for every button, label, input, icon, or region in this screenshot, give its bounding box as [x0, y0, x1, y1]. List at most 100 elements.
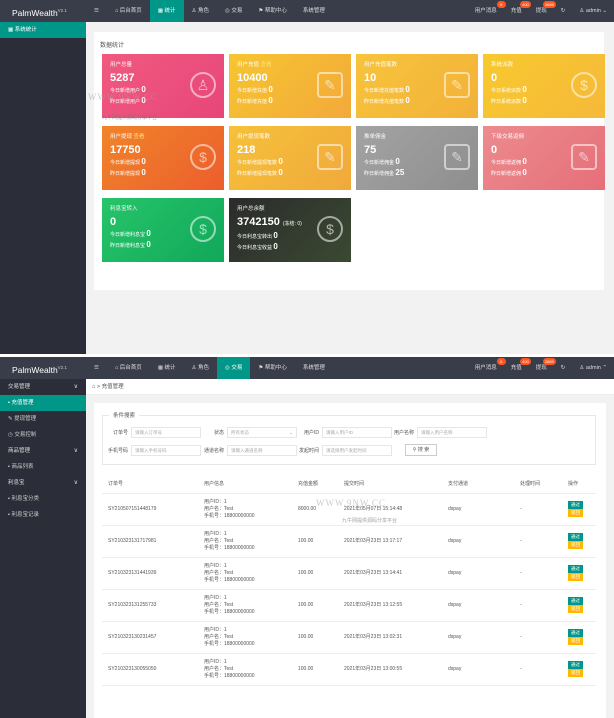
- date-input[interactable]: 请选择用户发起时间: [322, 444, 392, 456]
- card-row-value: 0: [278, 168, 283, 177]
- card-row-label: 昨日新增提现笔数: [237, 171, 278, 177]
- stat-card[interactable]: 用户充值笔数 10 今日新增充值笔数 0 昨日新增充值笔数 0 ✎: [356, 54, 478, 118]
- edit-icon: ✎: [571, 144, 597, 170]
- refresh-icon[interactable]: ↻: [554, 0, 573, 22]
- approve-button[interactable]: 通过: [568, 629, 583, 637]
- sidebar-item[interactable]: ▪ 利息宝记录: [0, 507, 86, 523]
- approve-button[interactable]: 通过: [568, 597, 583, 605]
- reject-button[interactable]: 驳回: [568, 669, 583, 677]
- approve-button[interactable]: 通过: [568, 501, 583, 509]
- flag-icon: ⚑: [258, 365, 264, 371]
- nav-label: 系统管理: [302, 365, 325, 371]
- stat-card[interactable]: 下级交易返佣 0 今日新增返佣 0 昨日新增返佣 0 ✎: [483, 126, 605, 190]
- approve-button[interactable]: 通过: [568, 565, 583, 573]
- reject-button[interactable]: 驳回: [568, 573, 583, 581]
- card-title: 用户提现 查看: [110, 132, 216, 140]
- sidebar-item[interactable]: ✎ 提现管理: [0, 411, 86, 427]
- card-title: 用户充值笔数: [364, 60, 470, 68]
- phone-input[interactable]: 请输入手机号码: [131, 444, 201, 456]
- app-logo[interactable]: PalmWealthV2.1: [0, 0, 86, 22]
- card-title-text: 用户提现: [110, 134, 133, 140]
- withdraw-link[interactable]: 提现 2689: [529, 357, 556, 379]
- recharge-panel: 条件搜索 订单号 请输入订单号 状态 所有状态 ⌄ 用户ID 请输入用户ID 用户…: [94, 403, 606, 718]
- refresh-icon[interactable]: ↻: [554, 357, 573, 379]
- recharge-label: 充值: [510, 8, 522, 14]
- sidebar-item[interactable]: ▪ 商品列表: [0, 459, 86, 475]
- nav-home[interactable]: ⌂ 后台首页: [107, 0, 150, 22]
- chevron-down-icon: ∨: [73, 480, 78, 486]
- reject-button[interactable]: 驳回: [568, 637, 583, 645]
- search-button[interactable]: ⚲ 搜 索: [405, 444, 437, 456]
- card-view-link[interactable]: 查看: [134, 134, 145, 140]
- nav-roles[interactable]: ♙ 角色: [184, 357, 217, 379]
- stat-card[interactable]: 用户总余额 3742150 (冻结: 0) 今日利息宝转出 0 今日利息宝收益 0 $: [229, 198, 351, 262]
- card-title: 用户总量: [110, 60, 216, 68]
- stat-card[interactable]: 利息宝转入 0 今日新增利息宝 0 昨日新增利息宝 0 $: [102, 198, 224, 262]
- status-select[interactable]: 所有状态 ⌄: [227, 426, 297, 438]
- sidebar-item-stats[interactable]: ▦ 系统统计: [0, 22, 86, 38]
- stat-card[interactable]: 用户总量 5287 今日新增用户 0 昨日新增用户 0 ♙: [102, 54, 224, 118]
- card-title-text: 利息宝转入: [110, 206, 138, 212]
- card-row-label: 今日新增充值: [237, 88, 268, 94]
- sidebar-item[interactable]: ◷ 交易控制: [0, 427, 86, 443]
- nav-system[interactable]: 系统管理: [295, 0, 333, 22]
- process-time-cell: -: [514, 621, 562, 654]
- card-value-note: (冻结: 0): [282, 221, 302, 227]
- approve-button[interactable]: 通过: [568, 533, 583, 541]
- user-id: 用户ID：1: [204, 562, 227, 569]
- sidebar-item[interactable]: 利息宝 ∨: [0, 475, 86, 491]
- approve-button[interactable]: 通过: [568, 661, 583, 669]
- menu-toggle-icon[interactable]: ☰: [86, 357, 107, 379]
- sidebar-item-label: 利息宝分类: [11, 496, 39, 502]
- channel-cell: dspay: [442, 621, 514, 654]
- process-time-cell: -: [514, 557, 562, 590]
- stat-card[interactable]: 推单佣金 75 今日新增佣金 0 昨日新增佣金 25 ✎: [356, 126, 478, 190]
- nav-help[interactable]: ⚑ 帮助中心: [250, 0, 294, 22]
- recharge-link[interactable]: 充值 400: [504, 0, 531, 22]
- card-view-link[interactable]: 查看: [261, 62, 272, 68]
- user-menu[interactable]: ♙ admin ⌃: [572, 357, 614, 379]
- card-value-text: 218: [237, 144, 256, 156]
- home-icon[interactable]: ⌂: [92, 384, 95, 390]
- nav-stats[interactable]: ▦ 统计: [149, 0, 184, 22]
- reject-button[interactable]: 驳回: [568, 509, 583, 517]
- reject-button[interactable]: 驳回: [568, 541, 583, 549]
- recharge-link[interactable]: 充值 400: [504, 357, 531, 379]
- app-logo[interactable]: PalmWealthV2.1: [0, 357, 86, 379]
- recharge-screenshot: PalmWealthV2.1 ☰ ⌂ 后台首页 ▦ 统计 ♙ 角色 ◎ 交易 ⚑…: [0, 357, 614, 718]
- user-phone: 手机号：18800000000: [204, 576, 255, 583]
- table-row: SY210323131255733 用户ID：1 用户名：Test 手机号：18800…: [102, 589, 596, 622]
- withdraw-link[interactable]: 提现 2689: [529, 0, 556, 22]
- nav-system[interactable]: 系统管理: [295, 357, 333, 379]
- nav-trade[interactable]: ◎ 交易: [217, 0, 250, 22]
- nav-help[interactable]: ⚑ 帮助中心: [250, 357, 294, 379]
- sidebar-item[interactable]: 交易管理 ∨: [0, 379, 86, 395]
- channel-input[interactable]: 请输入通道名称: [227, 444, 297, 456]
- uid-label: 用户ID: [303, 429, 319, 436]
- uid-input[interactable]: 请输入用户ID: [322, 426, 392, 438]
- nav-roles[interactable]: ♙ 角色: [184, 0, 217, 22]
- uname-label: 用户名称: [393, 429, 414, 436]
- stat-card[interactable]: 系统派款 0 今日系统派款 0 昨日系统派款 0 $: [483, 54, 605, 118]
- stat-card[interactable]: 用户提现 查看 17750 今日新增提现 0 昨日新增提现 0 $: [102, 126, 224, 190]
- uname-input[interactable]: 请输入用户名称: [417, 426, 487, 438]
- sidebar-item[interactable]: 商品管理 ∨: [0, 443, 86, 459]
- reject-button[interactable]: 驳回: [568, 605, 583, 613]
- menu-toggle-icon[interactable]: ☰: [86, 0, 107, 22]
- sidebar-item-label: 商品管理: [8, 448, 31, 454]
- card-value-text: 17750: [110, 144, 141, 156]
- sidebar-item[interactable]: ▪ 利息宝分类: [0, 491, 86, 507]
- watermark-sub: 九牛网提供源码分享平台: [102, 115, 158, 121]
- nav-trade[interactable]: ◎ 交易: [217, 357, 251, 379]
- stat-card[interactable]: 用户充值 查看 10400 今日新增充值 0 昨日新增充值 0 ✎: [229, 54, 351, 118]
- panel-title: 数据统计: [100, 43, 125, 49]
- nav-home[interactable]: ⌂ 后台首页: [107, 357, 150, 379]
- order-input[interactable]: 请输入订单号: [131, 426, 201, 438]
- sidebar-item[interactable]: ▪ 充值管理: [0, 395, 86, 411]
- user-menu[interactable]: ♙ admin ⌄: [572, 0, 614, 22]
- card-row-value: 25: [395, 168, 405, 177]
- stat-card[interactable]: 用户提现笔数 218 今日新增提现笔数 0 昨日新增提现笔数 0 ✎: [229, 126, 351, 190]
- messages-link[interactable]: 用户消息 0: [468, 0, 506, 22]
- nav-stats[interactable]: ▦ 统计: [150, 357, 184, 379]
- messages-link[interactable]: 用户消息 0: [468, 357, 506, 379]
